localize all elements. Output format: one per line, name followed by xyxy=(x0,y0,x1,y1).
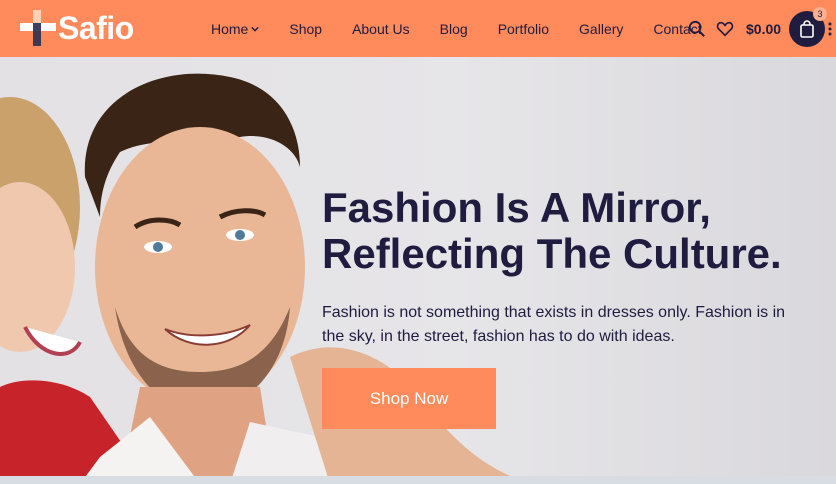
shopping-bag-icon xyxy=(800,19,814,38)
cart-total[interactable]: $0.00 xyxy=(746,21,781,37)
heart-icon[interactable] xyxy=(716,20,734,38)
nav-item-label: Gallery xyxy=(579,20,624,37)
logo[interactable]: Safio xyxy=(20,8,134,48)
nav-item-label: About Us xyxy=(352,20,410,37)
nav-item-blog[interactable]: Blog xyxy=(440,21,468,37)
logo-cross-icon xyxy=(20,10,56,46)
cart-count-badge: 3 xyxy=(813,6,828,21)
hero-banner: Fashion Is A Mirror, Reflecting The Cult… xyxy=(0,57,836,484)
nav-item-about-us[interactable]: About Us xyxy=(352,21,410,37)
nav-item-portfolio[interactable]: Portfolio xyxy=(498,21,549,37)
nav-item-home[interactable]: Home xyxy=(211,20,260,37)
nav-item-label: Blog xyxy=(439,20,468,37)
hero-headline: Fashion Is A Mirror, Reflecting The Cult… xyxy=(322,185,822,277)
headline-line-1: Fashion Is A Mirror, xyxy=(322,184,711,231)
taskbar-strip xyxy=(0,476,836,484)
hero-subtext: Fashion is not something that exists in … xyxy=(322,304,786,345)
more-dots-icon[interactable] xyxy=(828,22,832,36)
search-icon[interactable] xyxy=(688,20,706,38)
nav-item-label: Portfolio xyxy=(497,20,550,37)
brand-name: Safio xyxy=(58,9,134,46)
nav-item-label: Home xyxy=(211,20,249,37)
cart-button[interactable]: 3 xyxy=(789,6,828,47)
site-header: Safio Home Shop About Us Blog Portfolio … xyxy=(0,0,836,57)
chevron-down-icon xyxy=(251,26,260,32)
nav-item-label: Shop xyxy=(289,20,323,37)
shop-now-button[interactable]: Shop Now xyxy=(322,368,496,429)
nav-item-shop[interactable]: Shop xyxy=(289,21,322,37)
header-tools: $0.00 3 xyxy=(688,0,828,57)
main-nav: Home Shop About Us Blog Portfolio Galler… xyxy=(211,0,732,57)
headline-line-2: Reflecting The Culture. xyxy=(322,230,782,277)
nav-item-gallery[interactable]: Gallery xyxy=(579,21,623,37)
